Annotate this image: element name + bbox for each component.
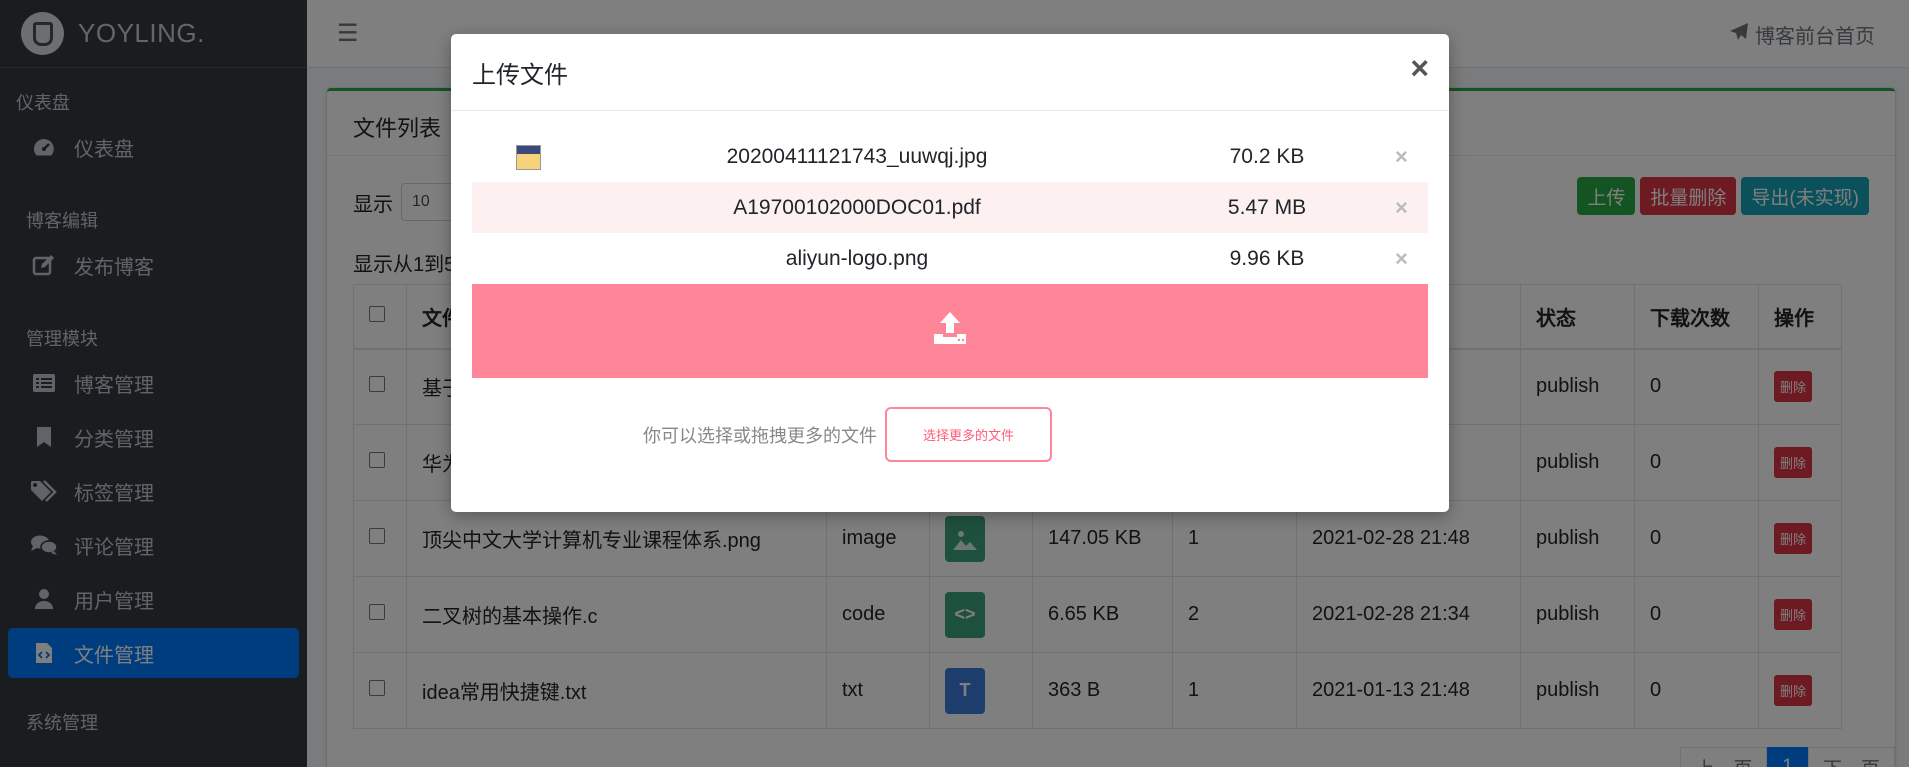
select-more-line: 你可以选择或拖拽更多的文件 选择更多的文件 xyxy=(643,407,1052,462)
select-more-files-button[interactable]: 选择更多的文件 xyxy=(885,407,1052,462)
upload-file-size: 70.2 KB xyxy=(1229,144,1305,168)
upload-file-row: 20200411121743_uuwqj.jpg 70.2 KB × xyxy=(472,131,1428,182)
remove-file-icon[interactable]: × xyxy=(1395,144,1408,170)
upload-file-list: 20200411121743_uuwqj.jpg 70.2 KB × A1970… xyxy=(472,131,1428,378)
remove-file-icon[interactable]: × xyxy=(1395,246,1408,272)
modal-header: 上传文件 xyxy=(451,34,1449,111)
remove-file-icon[interactable]: × xyxy=(1395,195,1408,221)
select-more-hint: 你可以选择或拖拽更多的文件 xyxy=(643,425,877,446)
upload-file-name: aliyun-logo.png xyxy=(785,246,929,270)
upload-file-size: 5.47 MB xyxy=(1227,195,1307,219)
upload-file-name: 20200411121743_uuwqj.jpg xyxy=(726,144,988,168)
upload-icon xyxy=(932,310,968,352)
close-icon[interactable]: × xyxy=(1410,52,1429,84)
modal-title: 上传文件 xyxy=(472,61,568,89)
upload-file-size: 9.96 KB xyxy=(1229,246,1305,270)
upload-file-row: aliyun-logo.png 9.96 KB × xyxy=(472,233,1428,284)
upload-file-row: A19700102000DOC01.pdf 5.47 MB × xyxy=(472,182,1428,233)
upload-modal: 上传文件 × 20200411121743_uuwqj.jpg 70.2 KB … xyxy=(451,34,1449,512)
upload-file-name: A19700102000DOC01.pdf xyxy=(733,195,981,219)
upload-start-button[interactable] xyxy=(472,284,1428,378)
